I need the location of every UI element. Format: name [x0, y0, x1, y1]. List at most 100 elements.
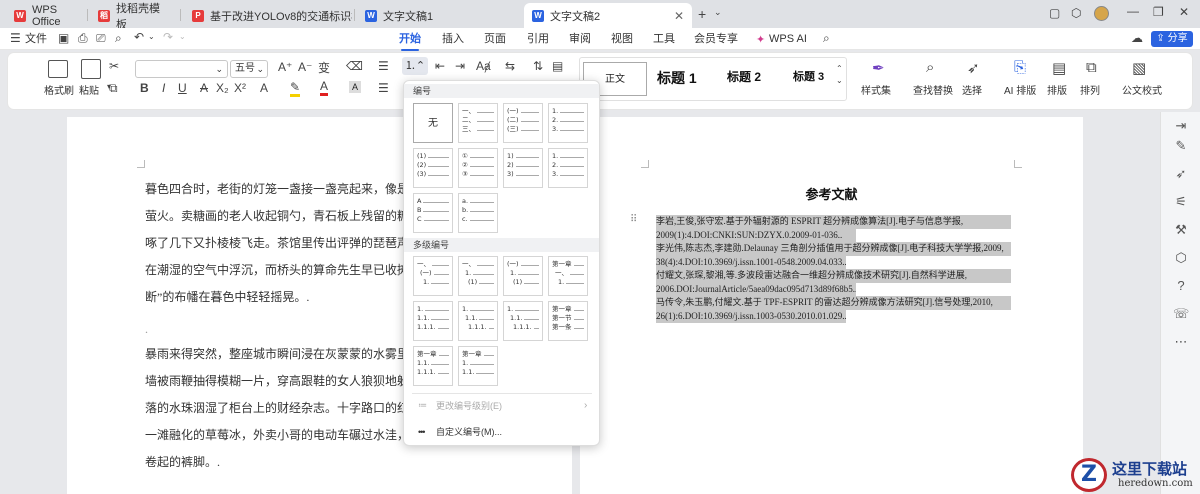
- format-painter-button[interactable]: 格式刷: [44, 82, 74, 97]
- close-window-icon[interactable]: ✕: [1179, 5, 1189, 19]
- menu-file[interactable]: 文件: [25, 31, 47, 47]
- char-shading-icon[interactable]: A: [349, 81, 361, 93]
- underline-icon[interactable]: U: [178, 81, 187, 95]
- style-scroll-down-icon[interactable]: ⌄: [836, 76, 843, 85]
- numbering-style[interactable]: (1) (2) (3): [413, 148, 453, 188]
- change-level-item[interactable]: ≔ 更改编号级别(E) ›: [418, 399, 587, 412]
- phonetic-guide-icon[interactable]: 变: [318, 59, 330, 76]
- layout-button[interactable]: 排版: [1047, 82, 1067, 97]
- strikethrough-icon[interactable]: A: [200, 81, 208, 95]
- collapse-panel-icon[interactable]: ⇥: [1173, 118, 1189, 134]
- redo-dropdown-icon[interactable]: ⌄: [179, 32, 186, 41]
- menu-view[interactable]: 视图: [611, 31, 633, 47]
- multilevel-style[interactable]: 一、 (一) 1.: [413, 256, 453, 296]
- numbering-style[interactable]: 1. 2. 3.: [548, 103, 588, 143]
- undo-dropdown-icon[interactable]: ⌄: [148, 32, 155, 41]
- pointer-icon[interactable]: ➶: [1173, 166, 1189, 182]
- menu-member[interactable]: 会员专享: [694, 31, 738, 47]
- table-border-icon[interactable]: ▤: [552, 59, 563, 73]
- share-button[interactable]: ⇪ 分享: [1151, 31, 1193, 47]
- numbering-style[interactable]: 1) 2) 3): [503, 148, 543, 188]
- multilevel-style[interactable]: 第一章 一、 1.: [548, 256, 588, 296]
- cut-icon[interactable]: ✂: [109, 59, 119, 73]
- avatar[interactable]: [1094, 6, 1109, 21]
- custom-numbering-item[interactable]: ••• 自定义编号(M)...: [418, 425, 502, 438]
- style-set-icon[interactable]: ✒: [872, 59, 885, 77]
- menu-reference[interactable]: 引用: [527, 31, 549, 47]
- grow-font-icon[interactable]: A⁺: [278, 60, 292, 74]
- subscript-icon[interactable]: X₂: [216, 81, 229, 95]
- style-heading-3[interactable]: 标题 3: [793, 68, 824, 84]
- numbering-none[interactable]: 无: [413, 103, 453, 143]
- multilevel-style[interactable]: 1. 1.1. 1.1.1.: [503, 301, 543, 341]
- format-painter-icon[interactable]: [48, 60, 68, 78]
- numbering-style[interactable]: ABC: [413, 193, 453, 233]
- numbering-style[interactable]: 一、 二、 三、: [458, 103, 498, 143]
- doc-format-button[interactable]: 公文校式: [1122, 82, 1162, 97]
- numbering-style[interactable]: a. b. c.: [458, 193, 498, 233]
- text-direction-icon[interactable]: ⇆: [505, 59, 515, 73]
- numbering-style[interactable]: 1. 2. 3.: [548, 148, 588, 188]
- tools-icon[interactable]: ⚒: [1173, 222, 1189, 238]
- help-icon[interactable]: ?: [1173, 278, 1189, 294]
- find-replace-icon[interactable]: ⌕: [926, 59, 934, 76]
- font-color-icon[interactable]: A: [320, 79, 329, 96]
- arrange-icon[interactable]: ⧉: [1086, 59, 1097, 76]
- style-heading-2[interactable]: 标题 2: [727, 68, 761, 85]
- style-heading-1[interactable]: 标题 1: [657, 68, 697, 88]
- cube-icon[interactable]: ⬡: [1071, 6, 1081, 20]
- font-name-select[interactable]: ⌄: [135, 60, 228, 78]
- minimize-icon[interactable]: —: [1127, 4, 1139, 18]
- menu-insert[interactable]: 插入: [442, 31, 464, 47]
- multilevel-style[interactable]: (一) 1. (1): [503, 256, 543, 296]
- chat-icon[interactable]: ☏: [1173, 306, 1189, 322]
- align-left-icon[interactable]: ☰: [378, 81, 389, 95]
- menu-page[interactable]: 页面: [484, 31, 506, 47]
- save-icon[interactable]: ▣: [58, 31, 69, 45]
- font-size-select[interactable]: 五号 ⌄: [230, 60, 268, 78]
- edit-icon[interactable]: ✎: [1173, 138, 1189, 154]
- find-replace-button[interactable]: 查找替换: [913, 82, 953, 97]
- more-icon[interactable]: ⋯: [1173, 334, 1189, 350]
- new-tab-icon[interactable]: +: [698, 6, 706, 22]
- undo-icon[interactable]: ↶: [134, 30, 144, 44]
- multilevel-style[interactable]: 第一章 第一节 第一条: [548, 301, 588, 341]
- copy-icon[interactable]: ⧉: [109, 81, 118, 96]
- decrease-indent-icon[interactable]: ⇤: [435, 59, 445, 73]
- shrink-font-icon[interactable]: A⁻: [298, 60, 312, 74]
- style-scroll-up-icon[interactable]: ⌃: [836, 64, 843, 73]
- redo-icon[interactable]: ↷: [163, 30, 173, 44]
- cube-icon[interactable]: ⬡: [1173, 250, 1189, 266]
- select-icon[interactable]: ➶: [967, 59, 980, 77]
- export-icon[interactable]: ⎙: [78, 31, 88, 46]
- drag-handle-icon[interactable]: ⠿: [630, 214, 637, 225]
- clear-format-icon[interactable]: ⌫: [346, 59, 363, 73]
- style-set-button[interactable]: 样式集: [861, 82, 891, 97]
- cloud-sync-icon[interactable]: ☁: [1131, 31, 1143, 45]
- print-preview-icon[interactable]: ⌕: [115, 31, 122, 46]
- chevron-down-icon[interactable]: ⌄: [714, 7, 722, 18]
- sort-icon[interactable]: ⇅: [533, 59, 543, 73]
- superscript-icon[interactable]: X²: [234, 81, 246, 95]
- numbered-list-icon[interactable]: ⒈⌃: [402, 57, 428, 75]
- highlight-icon[interactable]: ✎: [290, 80, 301, 97]
- select-button[interactable]: 选择: [962, 82, 982, 97]
- search-icon[interactable]: ⌕: [823, 31, 830, 46]
- restore-icon[interactable]: ❐: [1153, 5, 1164, 19]
- italic-icon[interactable]: I: [162, 81, 165, 95]
- bullet-list-icon[interactable]: ☰: [378, 59, 389, 73]
- doc-format-icon[interactable]: ▧: [1132, 59, 1146, 77]
- hamburger-icon[interactable]: ☰: [10, 31, 21, 45]
- arrange-button[interactable]: 排列: [1080, 82, 1100, 97]
- menu-wps-ai[interactable]: WPS AI: [769, 31, 807, 47]
- ai-layout-button[interactable]: AI 排版: [1004, 82, 1036, 97]
- print-icon[interactable]: ⎚: [96, 31, 106, 46]
- char-spacing-icon[interactable]: Aⱥ: [476, 59, 491, 73]
- menu-home[interactable]: 开始: [399, 31, 421, 51]
- sliders-icon[interactable]: ⚟: [1173, 194, 1189, 210]
- window-layout-icon[interactable]: ▢: [1049, 6, 1060, 20]
- ai-layout-icon[interactable]: ⎘: [1014, 59, 1026, 76]
- multilevel-style[interactable]: 1. 1.1. 1.1.1.: [413, 301, 453, 341]
- tab-writer-doc1[interactable]: W 文字文稿1: [357, 3, 520, 28]
- menu-tools[interactable]: 工具: [653, 31, 675, 47]
